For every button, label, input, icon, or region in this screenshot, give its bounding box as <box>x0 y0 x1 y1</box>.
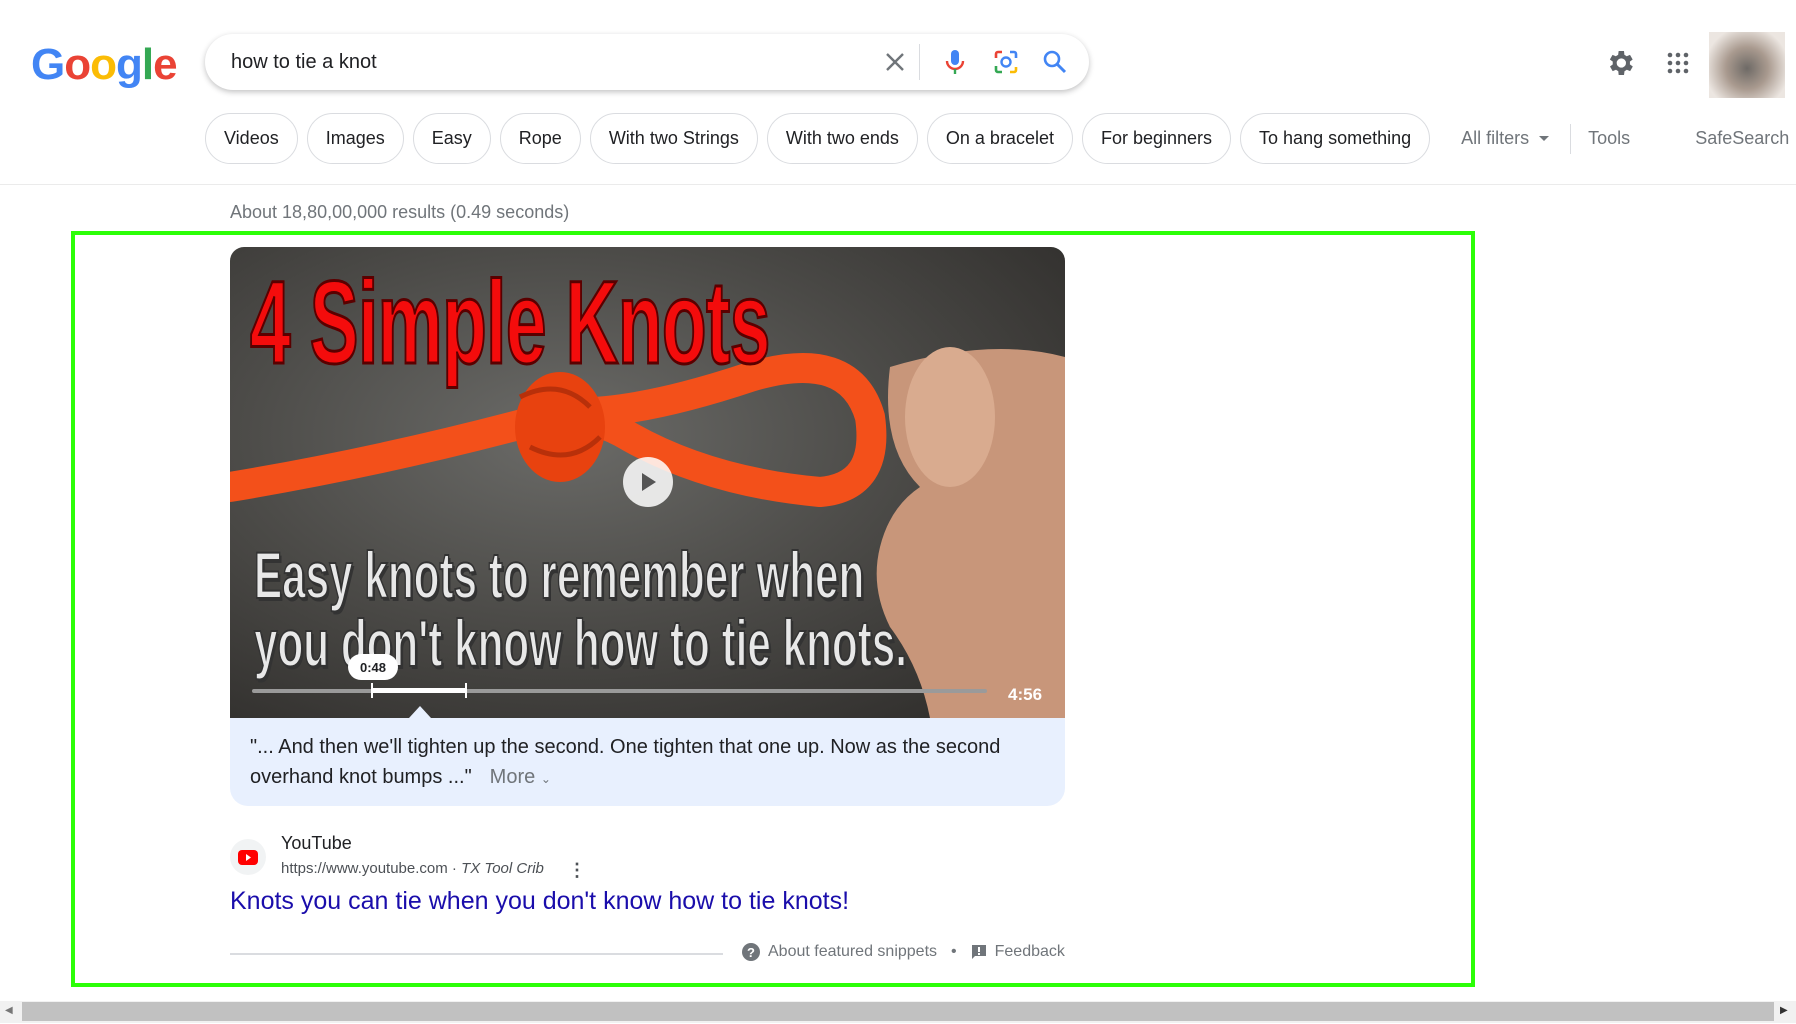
chip-with-two-strings[interactable]: With two Strings <box>589 113 758 164</box>
safesearch-label: SafeSearch <box>1695 128 1790 148</box>
scroll-right-arrow-icon[interactable]: ▶ <box>1780 1005 1788 1016</box>
video-duration: 4:56 <box>1008 685 1043 704</box>
help-icon: ? <box>742 943 760 961</box>
microphone-icon[interactable] <box>937 44 973 80</box>
segment-start-marker <box>371 683 373 698</box>
key-moment-segment <box>372 688 466 693</box>
chip-easy[interactable]: Easy <box>412 113 491 164</box>
google-logo[interactable]: Google <box>31 40 178 90</box>
thumbnail-title: 4 Simple Knots <box>249 256 771 391</box>
svg-text:?: ? <box>747 945 755 960</box>
more-button[interactable]: More ⌄ <box>490 766 551 788</box>
header-divider <box>0 184 1796 185</box>
scroll-left-arrow-icon[interactable]: ◀ <box>5 1005 13 1016</box>
chevron-down-icon: ⌄ <box>540 772 551 786</box>
result-title-link[interactable]: Knots you can tie when you don't know ho… <box>230 887 849 916</box>
quote-text: "... And then we'll tighten up the secon… <box>250 736 1001 788</box>
search-icon[interactable] <box>1037 44 1073 80</box>
clear-icon[interactable] <box>877 44 913 80</box>
timestamp-bubble: 0:48 <box>348 654 398 680</box>
caret-down-icon <box>1539 136 1550 141</box>
video-thumbnail[interactable]: 4 Simple Knots Easy knots to remember wh… <box>230 247 1065 718</box>
site-name[interactable]: YouTube <box>281 833 352 854</box>
safesearch-button[interactable]: SafeSearch <box>1695 128 1796 149</box>
more-options-icon[interactable]: ⋮ <box>568 860 586 881</box>
divider <box>919 44 920 80</box>
pointer-arrow <box>409 706 431 718</box>
play-icon <box>642 473 656 491</box>
tools-button[interactable]: Tools <box>1588 128 1630 149</box>
settings-icon[interactable] <box>1604 47 1636 84</box>
more-label: More <box>489 766 536 788</box>
site-url[interactable]: https://www.youtube.com · TX Tool Crib <box>281 860 544 877</box>
url-text: https://www.youtube.com <box>281 860 448 877</box>
result-stats: About 18,80,00,000 results (0.49 seconds… <box>230 202 570 222</box>
filter-chips: Videos Images Easy Rope With two Strings… <box>205 113 1796 164</box>
lens-icon[interactable] <box>988 44 1024 80</box>
chip-rope[interactable]: Rope <box>499 113 581 164</box>
play-button[interactable] <box>623 457 673 507</box>
footer-divider <box>230 953 723 955</box>
chip-videos[interactable]: Videos <box>205 113 298 164</box>
snippet-footer: ? About featured snippets • Feedback <box>742 943 1065 961</box>
chip-on-a-bracelet[interactable]: On a bracelet <box>926 113 1073 164</box>
avatar[interactable] <box>1709 32 1785 98</box>
feedback-icon <box>971 945 986 959</box>
channel-name: TX Tool Crib <box>461 860 544 877</box>
all-filters-button[interactable]: All filters <box>1461 128 1550 149</box>
apps-icon[interactable] <box>1666 51 1690 80</box>
divider <box>1570 123 1572 154</box>
chip-images[interactable]: Images <box>306 113 404 164</box>
chip-with-two-ends[interactable]: With two ends <box>766 113 918 164</box>
segment-end-marker <box>465 683 467 698</box>
scrollbar-thumb[interactable] <box>22 1002 1774 1021</box>
separator-dot: • <box>951 943 957 960</box>
youtube-favicon[interactable] <box>230 839 266 875</box>
all-filters-label: All filters <box>1461 128 1530 148</box>
thumbnail-line-1: Easy knots to remember when <box>253 537 865 613</box>
about-featured-snippets-link[interactable]: About featured snippets <box>768 943 937 961</box>
video-progress-track[interactable] <box>252 689 987 693</box>
transcript-snippet: "... And then we'll tighten up the secon… <box>230 718 1065 806</box>
chip-for-beginners[interactable]: For beginners <box>1081 113 1232 164</box>
feedback-link[interactable]: Feedback <box>995 943 1065 961</box>
search-input[interactable] <box>231 46 851 78</box>
chip-to-hang-something[interactable]: To hang something <box>1240 113 1431 164</box>
search-box <box>205 34 1089 90</box>
